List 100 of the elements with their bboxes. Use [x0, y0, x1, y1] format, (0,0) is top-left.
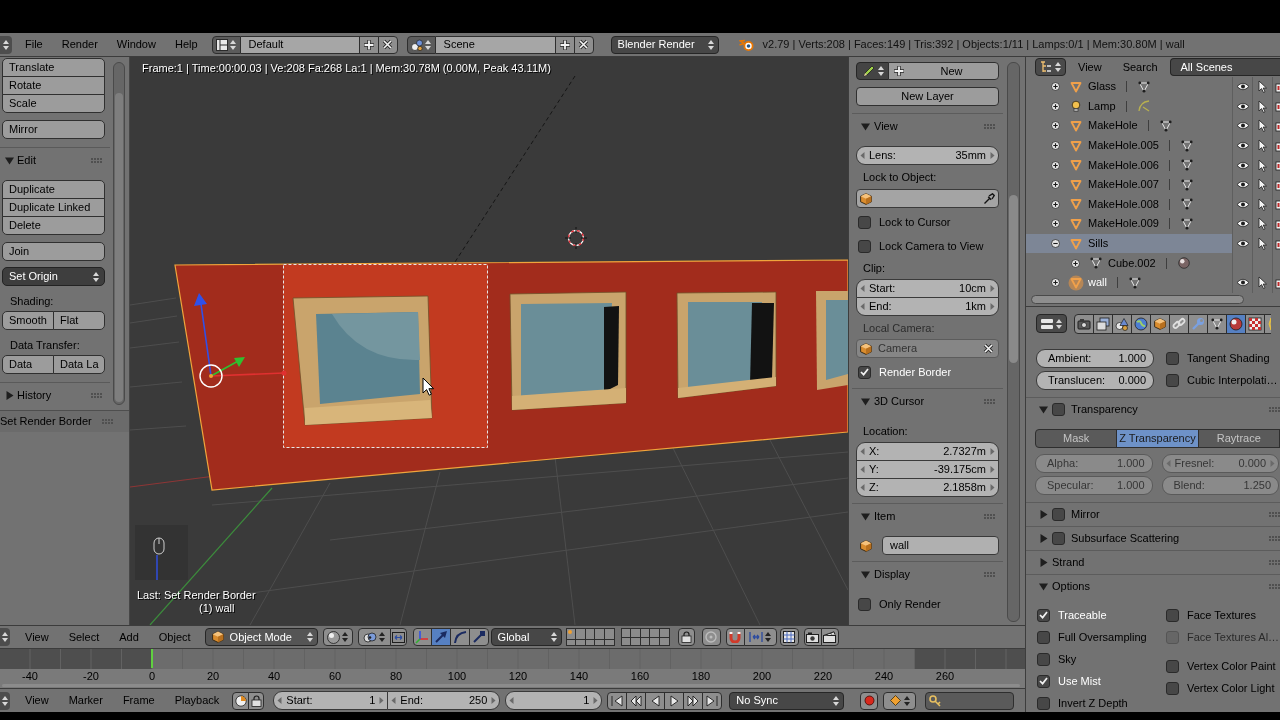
dropdown-menu[interactable]: Set Origin [2, 267, 105, 286]
number-field[interactable]: Start: 1 [273, 691, 389, 710]
snap-element-menu[interactable] [743, 628, 777, 646]
manipulator-button[interactable] [449, 628, 470, 646]
name-field[interactable]: wall [882, 536, 999, 555]
pointer-icon[interactable] [1258, 119, 1268, 133]
slider-field[interactable]: Ambient: 1.000 [1036, 349, 1154, 368]
delete-button[interactable] [573, 35, 594, 54]
render-engine-menu[interactable]: Blender Render [610, 35, 719, 54]
checkbox[interactable] [1166, 681, 1179, 695]
outliner-row[interactable]: wall [1026, 272, 1233, 293]
layer-button[interactable] [640, 629, 650, 637]
panel-title[interactable]: Transparency [1071, 403, 1138, 416]
layer-button[interactable] [621, 629, 631, 637]
outliner-row[interactable]: MakeHole.009 [1026, 214, 1233, 234]
tool-button[interactable]: Join [2, 242, 105, 261]
layout-name-field[interactable]: Default [240, 35, 359, 54]
playback-button[interactable] [607, 691, 628, 710]
checkbox[interactable] [1166, 352, 1179, 365]
pointer-icon[interactable] [1258, 139, 1268, 153]
tool-button[interactable]: Data La [53, 355, 105, 374]
scrollbar[interactable] [1007, 62, 1020, 622]
expand-toggle-icon[interactable] [1051, 160, 1060, 170]
eye-icon[interactable] [1235, 141, 1250, 151]
eye-icon[interactable] [1235, 180, 1250, 190]
camera-icon[interactable] [1275, 198, 1280, 211]
scrollbar-thumb[interactable] [115, 93, 123, 402]
checkbox[interactable] [1037, 674, 1050, 688]
number-field[interactable]: End: 1km [856, 297, 999, 316]
pointer-icon[interactable] [1258, 197, 1268, 211]
panel-title[interactable]: 3D Cursor [874, 394, 925, 408]
tool-button[interactable]: Delete [2, 216, 105, 235]
checkbox[interactable] [1037, 630, 1050, 644]
scrollbar[interactable] [113, 62, 125, 405]
add-button[interactable] [358, 35, 379, 54]
grease-pencil-menu[interactable] [856, 62, 889, 80]
camera-icon[interactable] [1275, 217, 1280, 230]
camera-icon[interactable] [1275, 120, 1280, 132]
playback-button[interactable] [702, 691, 723, 710]
panel-title[interactable]: History [17, 389, 52, 402]
number-field[interactable]: 1 [505, 691, 603, 710]
scene-filter-menu[interactable]: All Scenes [1169, 58, 1280, 76]
checkbox[interactable] [1166, 659, 1179, 673]
outliner-row[interactable]: MakeHole.008 [1026, 194, 1233, 215]
playback-button[interactable] [645, 691, 666, 710]
menu-item[interactable]: Object [158, 630, 191, 644]
sync-menu[interactable]: No Sync [729, 691, 845, 710]
properties-tab[interactable] [1245, 313, 1265, 334]
outliner-row[interactable]: MakeHole [1026, 116, 1233, 136]
timeline-track[interactable] [0, 649, 1025, 688]
tool-button[interactable]: Scale [2, 94, 105, 113]
outliner-row[interactable]: Glass [1026, 77, 1233, 97]
orientation-menu[interactable]: Global [490, 628, 562, 646]
add-button[interactable] [554, 35, 575, 54]
properties-tab[interactable] [1226, 313, 1246, 334]
expand-toggle-icon[interactable] [1051, 141, 1060, 151]
properties-tab[interactable] [1169, 313, 1189, 334]
properties-tab[interactable] [1112, 313, 1132, 334]
checkbox[interactable] [1037, 696, 1050, 710]
preview-range-button[interactable] [232, 691, 250, 710]
menu-item[interactable]: View [25, 630, 49, 644]
checkbox[interactable] [858, 215, 871, 229]
properties-tab[interactable] [1074, 313, 1094, 334]
mode-menu[interactable]: Object Mode [204, 628, 318, 646]
expand-toggle-icon[interactable] [1051, 101, 1060, 111]
editor-type-button[interactable] [1036, 314, 1067, 333]
number-field[interactable]: Start: 10cm [856, 279, 999, 298]
panel-title[interactable]: Edit [17, 154, 36, 167]
record-button[interactable] [860, 691, 879, 710]
render-image-button[interactable] [803, 628, 822, 646]
layer-button[interactable] [640, 637, 650, 645]
outliner-row[interactable]: MakeHole.007 [1026, 174, 1233, 195]
expand-toggle-icon[interactable] [1051, 180, 1060, 190]
properties-tab[interactable] [1188, 313, 1208, 334]
pointer-icon[interactable] [1258, 237, 1268, 251]
tool-button[interactable]: Data [2, 355, 54, 374]
panel-title[interactable]: Subsurface Scattering [1071, 532, 1180, 545]
checkbox[interactable] [858, 239, 871, 253]
menu-item[interactable]: File [25, 38, 43, 51]
expand-toggle-icon[interactable] [1051, 278, 1060, 288]
camera-icon[interactable] [1275, 100, 1280, 113]
new-layer-button[interactable]: New Layer [856, 87, 999, 106]
layer-button[interactable] [660, 637, 669, 645]
panel-title[interactable]: View [874, 119, 898, 133]
layer-button[interactable] [566, 640, 576, 645]
panel-title[interactable]: Item [874, 509, 896, 523]
checkbox[interactable] [1052, 508, 1065, 521]
camera-icon[interactable] [1275, 80, 1280, 93]
menu-item[interactable]: View [1078, 60, 1102, 74]
properties-tab[interactable] [1150, 313, 1170, 334]
panel-title[interactable]: Options [1052, 580, 1090, 593]
number-field[interactable]: Z: 2.1858m [856, 478, 999, 497]
scene-menu[interactable] [406, 35, 436, 54]
outliner-row[interactable]: Sills [1026, 233, 1233, 254]
eye-icon[interactable] [1235, 219, 1250, 229]
panel-title[interactable]: Mirror [1071, 508, 1100, 521]
menu-item[interactable]: Playback [174, 694, 220, 707]
tool-button[interactable]: Flat [53, 311, 105, 330]
manipulator-toggle-button[interactable] [412, 628, 432, 646]
properties-tab[interactable] [1207, 313, 1227, 334]
